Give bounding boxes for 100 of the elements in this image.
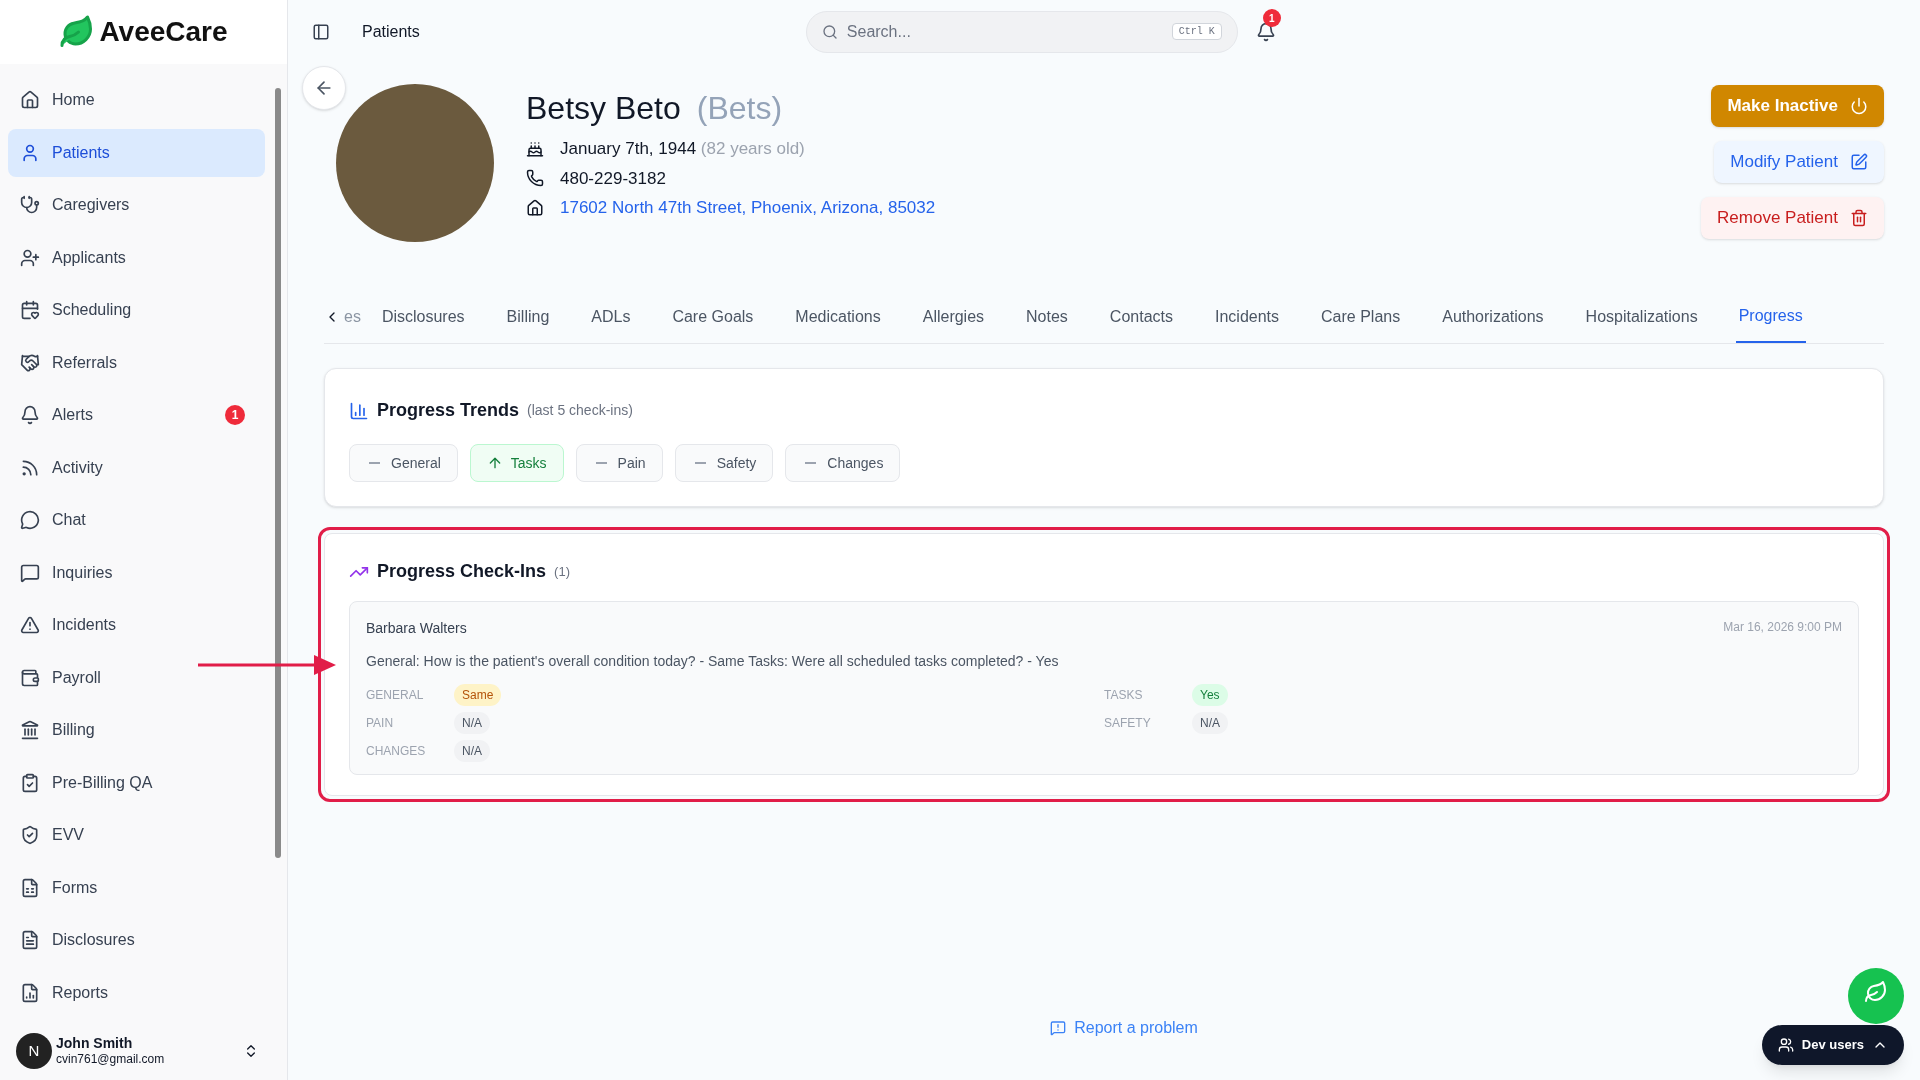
user-name: John Smith	[56, 1034, 134, 1053]
sidebar-item[interactable]: Applicants	[8, 233, 265, 282]
report-icon	[20, 982, 40, 1003]
status-pill: N/A	[454, 740, 490, 762]
patient-action-button[interactable]: Remove Patient	[1701, 197, 1884, 239]
tab[interactable]: Authorizations	[1421, 290, 1565, 343]
search-icon	[821, 24, 838, 40]
field-label: CHANGES	[366, 743, 427, 760]
sidebar-item[interactable]: Scheduling	[8, 286, 265, 335]
sidebar-item[interactable]: Incidents	[8, 601, 265, 650]
sidebar-item[interactable]: Forms	[8, 863, 265, 912]
field-label: PAIN	[366, 715, 395, 732]
field-label: TASKS	[1104, 687, 1144, 704]
patient-nickname: (Bets)	[696, 89, 783, 128]
sidebar-item[interactable]: Inquiries	[8, 548, 265, 597]
report-problem-link[interactable]: Report a problem	[1050, 1016, 1198, 1040]
sidebar-item[interactable]: Billing	[8, 706, 265, 755]
tab[interactable]: Hospitalizations	[1564, 290, 1719, 343]
user-avatar: N	[16, 1033, 52, 1069]
bell-icon	[20, 405, 40, 426]
trend-chip[interactable]: Changes	[785, 444, 901, 482]
back-button[interactable]	[302, 66, 346, 110]
shortcut-hint: Ctrl K	[1171, 23, 1222, 40]
sidebar-item[interactable]: Home	[8, 76, 265, 125]
sidebar-toggle-icon[interactable]	[312, 23, 330, 41]
status-pill: N/A	[454, 712, 490, 734]
phone-number: 480-229-3182	[560, 167, 666, 190]
user-plus-icon	[20, 247, 40, 268]
sidebar-item[interactable]: Reports	[8, 968, 265, 1017]
checkin-count: (1)	[554, 562, 570, 581]
tab[interactable]: Billing	[485, 290, 571, 343]
section-title: Progress Check-Ins	[377, 560, 547, 583]
sidebar-item[interactable]: Alerts 1	[8, 391, 265, 440]
shield-check-icon	[20, 825, 40, 846]
power-icon	[1850, 97, 1868, 115]
alert-count-badge: 1	[225, 405, 245, 426]
sidebar-item[interactable]: Chat	[8, 496, 265, 545]
section-title: Progress Trends	[377, 399, 520, 422]
house-icon	[526, 198, 544, 217]
checkin-summary: General: How is the patient's overall condition today? - Same Tasks: Were all scheduled tasks completed? - Yes	[366, 652, 1060, 671]
tab[interactable]: Disclosures	[360, 290, 486, 343]
sidebar-item[interactable]: Payroll	[8, 653, 265, 702]
checkin-author: Barbara Walters	[366, 619, 467, 638]
address-link[interactable]: 17602 North 47th Street, Phoenix, Arizona, 85032	[560, 195, 936, 221]
field-label: GENERAL	[366, 687, 425, 704]
status-pill: Same	[454, 684, 502, 706]
tab[interactable]: Care Plans	[1300, 290, 1422, 343]
trend-chip[interactable]: Tasks	[469, 444, 564, 482]
tab[interactable]: Contacts	[1088, 290, 1194, 343]
dev-users-button[interactable]: Dev users	[1761, 1025, 1904, 1065]
trash-icon	[1850, 209, 1868, 227]
tab[interactable]: Progress	[1735, 290, 1806, 343]
patient-name: Betsy Beto	[526, 89, 681, 128]
document-icon	[20, 930, 40, 951]
sidebar-item[interactable]: Activity	[8, 443, 265, 492]
cake-icon	[526, 139, 544, 158]
notification-bell-icon[interactable]	[1255, 22, 1276, 42]
spreadsheet-icon	[20, 877, 40, 898]
tab[interactable]: Allergies	[901, 290, 1006, 343]
dash-icon	[805, 462, 817, 464]
sidebar-item[interactable]: Disclosures	[8, 916, 265, 965]
tab[interactable]: Medications	[774, 290, 902, 343]
tab[interactable]: Care Goals	[651, 290, 775, 343]
sidebar-item[interactable]: Caregivers	[8, 181, 265, 230]
trend-chip[interactable]: General	[349, 444, 458, 482]
chat-icon	[20, 510, 40, 531]
clipboard-check-icon	[20, 772, 40, 793]
handshake-icon	[20, 352, 40, 373]
tab[interactable]: Notes	[1005, 290, 1089, 343]
status-pill: Yes	[1192, 684, 1228, 706]
stethoscope-icon	[20, 195, 40, 216]
patient-action-button[interactable]: Modify Patient	[1714, 141, 1884, 183]
dash-icon	[694, 462, 706, 464]
wallet-icon	[20, 667, 40, 688]
user-icon	[20, 142, 40, 163]
breadcrumb: Patients	[362, 22, 420, 42]
dash-icon	[369, 462, 380, 464]
trend-chip[interactable]: Safety	[674, 444, 774, 482]
birth-date: January 7th, 1944 (82 years old)	[560, 138, 805, 160]
edit-icon	[1850, 153, 1868, 171]
sidebar-item[interactable]: Patients	[8, 128, 265, 177]
app-logo: AveeCare	[99, 15, 228, 49]
user-email: cvin761@gmail.com	[56, 1052, 166, 1068]
tab[interactable]: Incidents	[1194, 290, 1301, 343]
users-icon	[1777, 1037, 1794, 1053]
sidebar-item[interactable]: EVV	[8, 811, 265, 860]
checkin-timestamp: Mar 16, 2026 9:00 PM	[1723, 619, 1842, 636]
leaf-icon	[1864, 980, 1888, 1004]
phone-icon	[526, 169, 544, 188]
sidebar-item[interactable]: Pre-Billing QA	[8, 758, 265, 807]
notification-count-badge: 1	[1262, 9, 1281, 27]
dash-icon	[595, 462, 607, 464]
tab[interactable]: ADLs	[570, 290, 652, 343]
bank-icon	[20, 720, 40, 741]
trend-chip[interactable]: Pain	[575, 444, 663, 482]
message-icon	[20, 562, 40, 583]
report-icon	[1050, 1020, 1067, 1036]
sidebar-item[interactable]: Referrals	[8, 338, 265, 387]
field-label: SAFETY	[1104, 715, 1152, 732]
calendar-icon	[20, 300, 40, 321]
